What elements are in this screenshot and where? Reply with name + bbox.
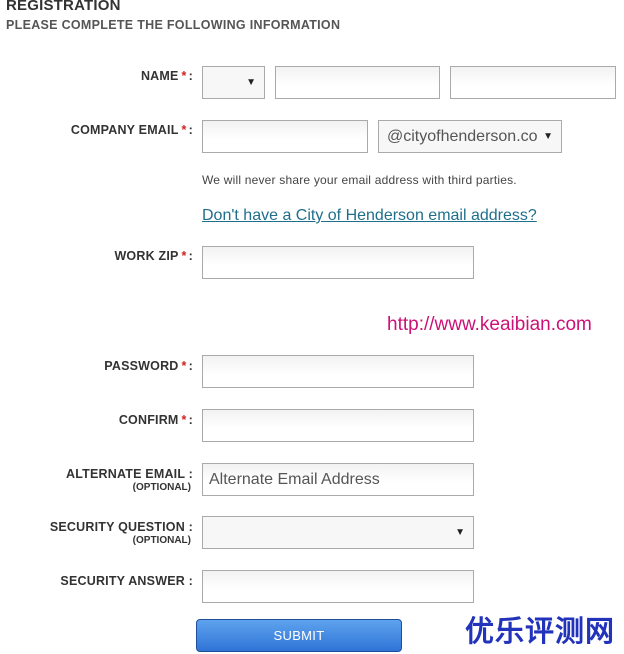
alternate-email-label: ALTERNATE EMAIL : bbox=[65, 467, 193, 481]
email-privacy-note: We will never share your email address w… bbox=[202, 173, 517, 187]
password-input[interactable] bbox=[202, 355, 474, 388]
work-zip-input[interactable] bbox=[202, 246, 474, 279]
chevron-down-icon: ▼ bbox=[543, 131, 553, 142]
security-question-select[interactable]: ▼ bbox=[202, 516, 474, 549]
confirm-password-input[interactable] bbox=[202, 409, 474, 442]
required-marker: * bbox=[181, 359, 187, 373]
watermark-url: http://www.keaibian.com bbox=[387, 314, 592, 335]
watermark-site: 优乐评测网 bbox=[465, 616, 616, 648]
name-prefix-select[interactable]: ▼ bbox=[202, 66, 265, 99]
first-name-input[interactable] bbox=[275, 66, 440, 99]
security-question-optional: (OPTIONAL) bbox=[132, 535, 191, 546]
last-name-input[interactable] bbox=[450, 66, 616, 99]
company-email-label: COMPANY EMAIL *: bbox=[70, 123, 193, 137]
page-title: REGISTRATION bbox=[6, 0, 121, 14]
alternate-email-optional: (OPTIONAL) bbox=[132, 482, 191, 493]
required-marker: * bbox=[181, 123, 187, 137]
no-email-link[interactable]: Don't have a City of Henderson email add… bbox=[202, 207, 537, 225]
name-label: NAME *: bbox=[140, 69, 193, 83]
work-zip-label: WORK ZIP *: bbox=[114, 249, 193, 263]
password-label: PASSWORD *: bbox=[104, 359, 193, 373]
chevron-down-icon: ▼ bbox=[246, 77, 256, 88]
security-question-label: SECURITY QUESTION : bbox=[49, 520, 193, 534]
confirm-label: CONFIRM *: bbox=[118, 413, 193, 427]
security-answer-label: SECURITY ANSWER : bbox=[60, 574, 193, 588]
submit-button[interactable]: SUBMIT bbox=[196, 619, 402, 652]
required-marker: * bbox=[181, 69, 187, 83]
email-domain-select[interactable]: @cityofhenderson.co ▼ bbox=[378, 120, 562, 153]
required-marker: * bbox=[181, 413, 187, 427]
required-marker: * bbox=[181, 249, 187, 263]
company-email-input[interactable] bbox=[202, 120, 368, 153]
alternate-email-input[interactable] bbox=[202, 463, 474, 496]
security-answer-input[interactable] bbox=[202, 570, 474, 603]
chevron-down-icon: ▼ bbox=[455, 527, 465, 538]
page-subtitle: PLEASE COMPLETE THE FOLLOWING INFORMATIO… bbox=[6, 18, 341, 32]
